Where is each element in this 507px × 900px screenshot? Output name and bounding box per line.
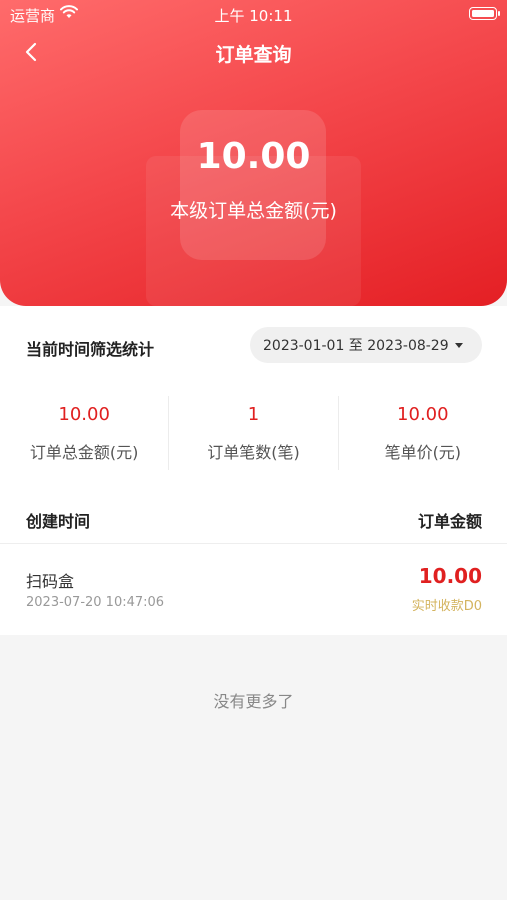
decorative-card-shape <box>180 110 326 260</box>
stats-row: 10.00 订单总金额(元) 1 订单笔数(笔) 10.00 笔单价(元) <box>0 396 507 470</box>
stat-value: 10.00 <box>58 404 110 425</box>
order-amount: 10.00 <box>418 564 482 588</box>
list-header: 创建时间 订单金额 <box>0 490 507 544</box>
stat-value: 10.00 <box>397 404 449 425</box>
stat-label: 笔单价(元) <box>384 443 462 462</box>
page-title: 订单查询 <box>215 44 292 66</box>
stat-unit-price: 10.00 笔单价(元) <box>337 396 507 470</box>
date-range-picker[interactable]: 2023-01-01 至 2023-08-29 <box>250 327 482 363</box>
stat-order-count: 1 订单笔数(笔) <box>168 396 337 470</box>
filter-title: 当前时间筛选统计 <box>26 340 155 359</box>
no-more-text: 没有更多了 <box>213 692 294 711</box>
status-bar: 运营商 上午 10:11 <box>0 0 507 28</box>
column-created-time: 创建时间 <box>26 512 91 531</box>
clock: 上午 10:11 <box>214 7 293 25</box>
filter-stats-section: 当前时间筛选统计 2023-01-01 至 2023-08-29 10.00 订… <box>0 306 507 490</box>
total-amount-label: 本级订单总金额(元) <box>170 200 337 222</box>
summary-header: 运营商 上午 10:11 订单查询 10.00 本级订单总金额(元) <box>0 0 507 306</box>
order-time: 2023-07-20 10:47:06 <box>26 595 165 610</box>
column-order-amount: 订单金额 <box>417 512 482 531</box>
order-name: 扫码盒 <box>26 572 75 591</box>
date-range-text: 2023-01-01 至 2023-08-29 <box>263 338 449 354</box>
stat-label: 订单总金额(元) <box>29 443 139 462</box>
battery-icon <box>469 7 500 20</box>
stat-value: 1 <box>247 404 260 425</box>
stat-label: 订单笔数(笔) <box>207 443 300 462</box>
stat-total-amount: 10.00 订单总金额(元) <box>0 396 168 470</box>
order-status: 实时收款D0 <box>411 599 482 614</box>
caret-down-icon <box>454 342 463 348</box>
order-row[interactable]: 扫码盒 2023-07-20 10:47:06 10.00 实时收款D0 <box>0 544 507 635</box>
order-list: 创建时间 订单金额 扫码盒 2023-07-20 10:47:06 10.00 … <box>0 490 507 635</box>
total-amount-value: 10.00 <box>196 136 311 177</box>
